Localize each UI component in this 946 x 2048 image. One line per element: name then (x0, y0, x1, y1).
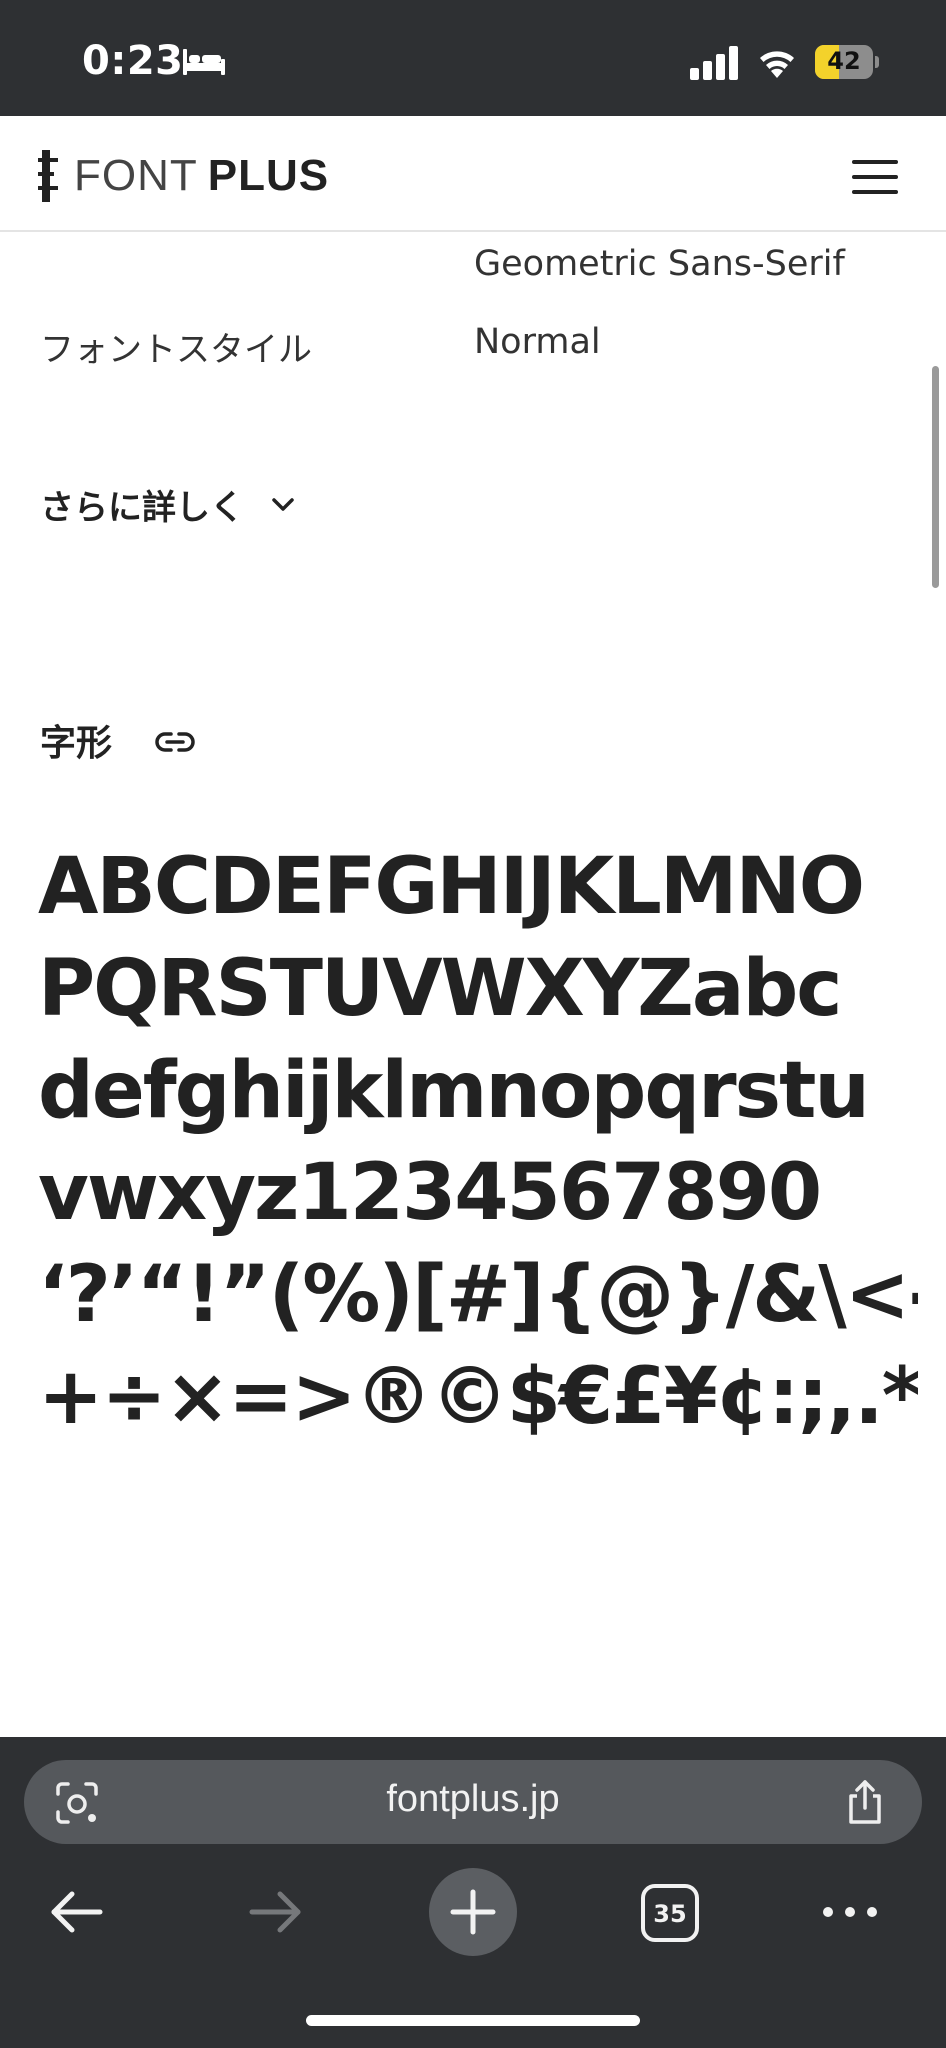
chevron-down-icon (272, 497, 294, 511)
glyph-line: +÷×=>®©$€£¥¢:;,.* (38, 1352, 918, 1442)
glyph-line: defghijklmnopqrstu (38, 1046, 870, 1136)
glyph-line: ‘?’“!”(%)[#]{@}/&\<- (38, 1250, 918, 1340)
site-header: FONT PLUS (0, 116, 946, 232)
new-tab-button[interactable] (429, 1868, 517, 1956)
status-time: 0:23 (82, 38, 184, 84)
font-style-value: Normal (474, 322, 601, 362)
logo-text-font: FONT (74, 151, 198, 200)
home-indicator[interactable] (306, 2015, 640, 2026)
page-scrollbar[interactable] (932, 366, 939, 588)
classification-value: Geometric Sans-Serif (474, 244, 845, 284)
plus-icon (450, 1889, 496, 1935)
link-icon[interactable] (154, 728, 196, 756)
logo-mark-icon (38, 150, 58, 202)
battery-level: 42 (827, 47, 861, 75)
glyph-specimen: ABCDEFGHIJKLMNO PQRSTUVWXYZabc defghijkl… (38, 836, 918, 1448)
share-icon[interactable] (844, 1778, 886, 1826)
forward-arrow-icon[interactable] (246, 1888, 304, 1936)
tabs-overview-button[interactable]: 35 (641, 1884, 699, 1942)
battery-charging-icon: 42 (815, 45, 879, 79)
glyph-line: vwxyz1234567890 (38, 1148, 822, 1238)
back-arrow-icon[interactable] (48, 1888, 106, 1936)
show-more-toggle[interactable]: さらに詳しく (40, 480, 296, 529)
more-options-icon[interactable] (822, 1900, 878, 1924)
tab-count: 35 (653, 1900, 687, 1928)
glyphs-heading: 字形 (40, 723, 113, 764)
signal-icon (690, 46, 738, 80)
wifi-icon (760, 51, 794, 78)
logo-text-plus: PLUS (207, 151, 330, 200)
glyph-line: ABCDEFGHIJKLMNO (38, 842, 865, 932)
bed-icon (183, 49, 225, 75)
status-bar: 0:23 42 (0, 0, 946, 116)
fontplus-logo[interactable]: FONT PLUS (38, 150, 329, 202)
show-more-label: さらに詳しく (40, 488, 244, 528)
hamburger-menu-icon[interactable] (852, 160, 898, 194)
glyph-line: PQRSTUVWXYZabc (38, 944, 843, 1034)
font-style-label: フォントスタイル (40, 330, 312, 370)
url-text[interactable]: fontplus.jp (0, 1778, 946, 1821)
